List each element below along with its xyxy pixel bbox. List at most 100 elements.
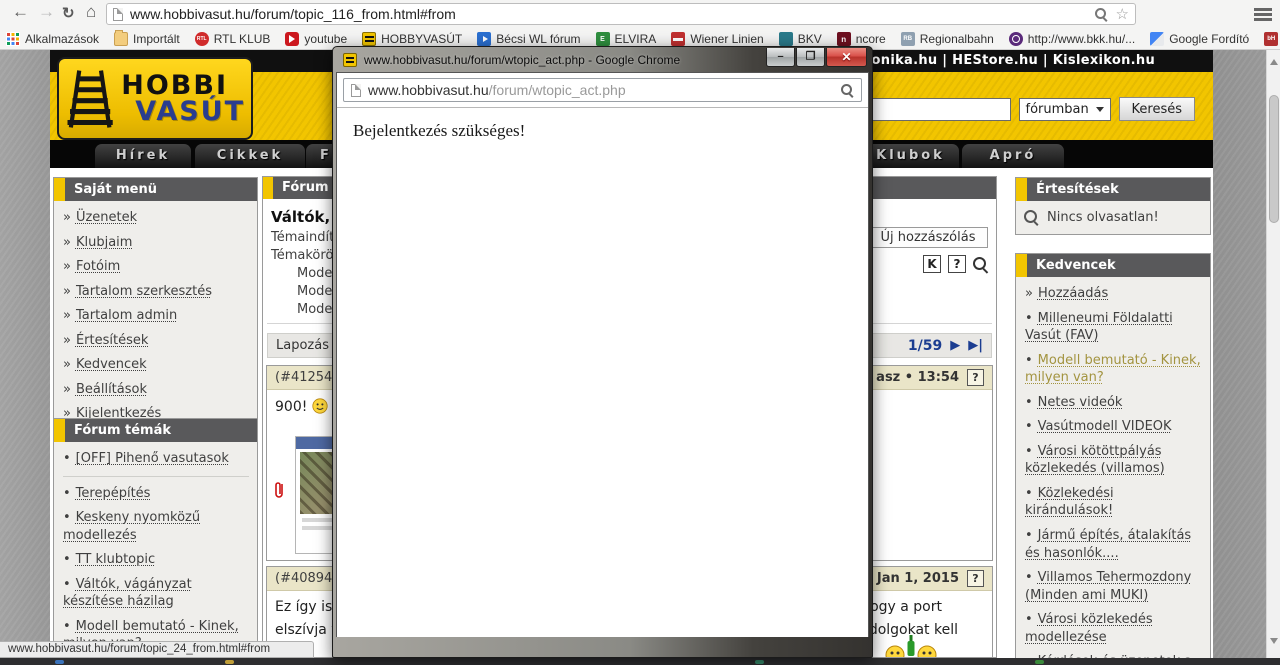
forum-topics-header: Fórum témák (54, 419, 257, 442)
favorites-k-button[interactable]: K (923, 255, 941, 273)
forward-icon[interactable]: → (38, 2, 55, 22)
topic-item[interactable]: •[OFF] Pihenő vasutasok (63, 450, 249, 477)
party-smileys (885, 635, 937, 658)
favorite-item[interactable]: •Modell bemutató - Kinek, milyen van? (1025, 352, 1202, 387)
scroll-down-icon[interactable] (1270, 638, 1278, 648)
hobbivasut-favicon (343, 53, 357, 67)
favorite-item[interactable]: •Városi kötöttpályás közlekedés (villamo… (1025, 443, 1202, 478)
address-bar[interactable]: www.hobbivasut.hu/forum/topic_116_from.h… (106, 3, 1136, 25)
help-button[interactable]: ? (948, 255, 966, 273)
favorite-item[interactable]: •Vasútmodell VIDEOK (1025, 418, 1202, 436)
folder-icon (114, 32, 128, 46)
bookmark-importalt[interactable]: Importált (114, 32, 180, 46)
favorite-item[interactable]: •Netes videók (1025, 394, 1202, 412)
topic-item[interactable]: •Váltók, vágányzat készítése házilag (63, 576, 249, 611)
post-id[interactable]: (#41254) (275, 370, 337, 385)
taskbar-sliver[interactable] (0, 658, 1280, 665)
bookmark-alkalmazasok[interactable]: Alkalmazások (6, 32, 99, 46)
popup-window: www.hobbivasut.hu/forum/wtopic_act.php -… (332, 46, 873, 658)
topic-item[interactable]: •Terepépítés (63, 485, 249, 503)
bookmark-wiener-linien[interactable]: Wiener Linien (671, 32, 763, 46)
topic-item[interactable]: •Keskeny nyomközű modellezés (63, 509, 249, 544)
sidebar-item-tartalom-szerkesztes[interactable]: »Tartalom szerkesztés (63, 283, 249, 301)
minimize-button[interactable]: – (766, 48, 795, 67)
sidebar-item-fotoim[interactable]: »Fotóim (63, 258, 249, 276)
bkv-icon (779, 32, 793, 46)
smiley-icon (312, 398, 328, 414)
sidebar-item-ertesitesek[interactable]: »Értesítések (63, 332, 249, 350)
apps-grid-icon (6, 32, 20, 46)
window-controls: – ❐ ✕ (765, 48, 867, 67)
popup-page-content: Bejelentkezés szükséges! (337, 108, 868, 637)
search-in-topic-icon[interactable] (973, 257, 988, 272)
sidebar-item-klubjaim[interactable]: »Klubjaim (63, 234, 249, 252)
sidebar-item-uzenetek[interactable]: »Üzenetek (63, 209, 249, 227)
status-bar-link-preview: www.hobbivasut.hu/forum/topic_24_from.ht… (0, 641, 314, 658)
bookmark-bkv[interactable]: BKV (779, 32, 822, 46)
site-logo[interactable]: HOBBI VASÚT (57, 57, 253, 140)
bookmark-becsi-wl-forum[interactable]: Bécsi WL fórum (477, 32, 580, 46)
tab-hirek[interactable]: Hírek (95, 144, 191, 168)
post-help-button[interactable]: ? (967, 369, 984, 386)
taskbar-icon (225, 660, 234, 664)
sidebar-item-beallitasok[interactable]: »Beállítások (63, 381, 249, 399)
favorite-item[interactable]: •Milleneumi Földalatti Vasút (FAV) (1025, 310, 1202, 345)
bottle-icon (906, 635, 916, 657)
scrollbar-thumb[interactable] (1269, 95, 1279, 223)
popup-titlebar[interactable]: www.hobbivasut.hu/forum/wtopic_act.php -… (336, 47, 869, 72)
tab-cikkek[interactable]: Cikkek (195, 144, 305, 168)
bookmark-star-icon[interactable]: ☆ (1116, 5, 1129, 23)
sidebar-item-tartalom-admin[interactable]: »Tartalom admin (63, 307, 249, 325)
bookmark-elvira[interactable]: E ELVIRA (596, 32, 657, 46)
favorite-item[interactable]: •Városi közlekedés modellezése (1025, 611, 1202, 646)
zoom-icon[interactable] (1095, 8, 1108, 21)
my-menu-header: Saját menü (54, 178, 257, 201)
search-button[interactable]: Keresés (1119, 97, 1195, 121)
bookmark-hobbyvasut[interactable]: HOBBYVASÚT (362, 32, 462, 46)
scroll-up-icon[interactable] (1270, 55, 1278, 65)
tab-klubok[interactable]: Klubok (862, 144, 959, 168)
home-icon[interactable]: ⌂ (86, 2, 96, 22)
browser-scrollbar[interactable] (1266, 50, 1280, 658)
tab-apro[interactable]: Apró (962, 144, 1064, 168)
bookmark-rtl-klub[interactable]: RTL RTL KLUB (195, 32, 271, 46)
favorite-item[interactable]: •Jármű építés, átalakítás és hasonlók...… (1025, 527, 1202, 562)
bookmark-regionalbahn[interactable]: RB Regionalbahn (901, 32, 994, 46)
hobbyvasut-icon (362, 32, 376, 46)
search-zone: fórumban Keresés (821, 97, 1195, 121)
chrome-menu-icon[interactable] (1254, 7, 1272, 21)
add-favorite-link[interactable]: »Hozzáadás (1025, 285, 1202, 303)
favorite-item[interactable]: •Villamos Tehermozdony (Minden ami MUKI) (1025, 569, 1202, 604)
search-scope-select[interactable]: fórumban (1019, 98, 1111, 121)
bookmark-google-fordito[interactable]: Google Fordító (1150, 32, 1249, 46)
bkk-icon (1009, 32, 1023, 46)
bithumen-icon: bH (1264, 32, 1278, 46)
post-id[interactable]: (#40894) (275, 571, 337, 586)
yellow-accent (54, 178, 65, 201)
bookmark-ncore[interactable]: n ncore (837, 32, 886, 46)
zoom-icon[interactable] (841, 84, 854, 97)
wiener-linien-icon (671, 32, 685, 46)
google-translate-icon (1150, 32, 1164, 46)
bookmark-youtube[interactable]: youtube (285, 32, 347, 46)
favorites-header: Kedvencek (1016, 254, 1210, 277)
popup-url-path: /forum/wtopic_act.php (489, 82, 841, 98)
back-icon[interactable]: ← (12, 2, 29, 22)
sidebar-item-kedvencek[interactable]: »Kedvencek (63, 356, 249, 374)
taskbar-icon (55, 660, 64, 664)
new-post-button[interactable]: Új hozzászólás (868, 227, 988, 248)
close-button[interactable]: ✕ (826, 48, 867, 67)
url-text[interactable]: www.hobbivasut.hu/forum/topic_116_from.h… (130, 6, 1095, 22)
bookmark-bithumen[interactable]: bH BitHUmen (1264, 32, 1280, 46)
post-help-button[interactable]: ? (967, 570, 984, 587)
next-page-icon[interactable]: ▶ (950, 338, 960, 353)
topic-item[interactable]: •TT klubtopic (63, 551, 249, 569)
last-page-icon[interactable]: ▶| (968, 338, 983, 353)
reload-icon[interactable]: ↻ (62, 4, 75, 22)
maximize-button[interactable]: ❐ (796, 48, 825, 67)
notifications-status: Nincs olvasatlan! (1016, 201, 1210, 234)
bookmark-bkk[interactable]: http://www.bkk.hu/... (1009, 32, 1135, 46)
post-meta: Jan 1, 2015 (877, 571, 959, 586)
favorite-item[interactable]: •Közlekedési kirándulások! (1025, 485, 1202, 520)
popup-address-bar[interactable]: www.hobbivasut.hu /forum/wtopic_act.php (343, 78, 862, 102)
